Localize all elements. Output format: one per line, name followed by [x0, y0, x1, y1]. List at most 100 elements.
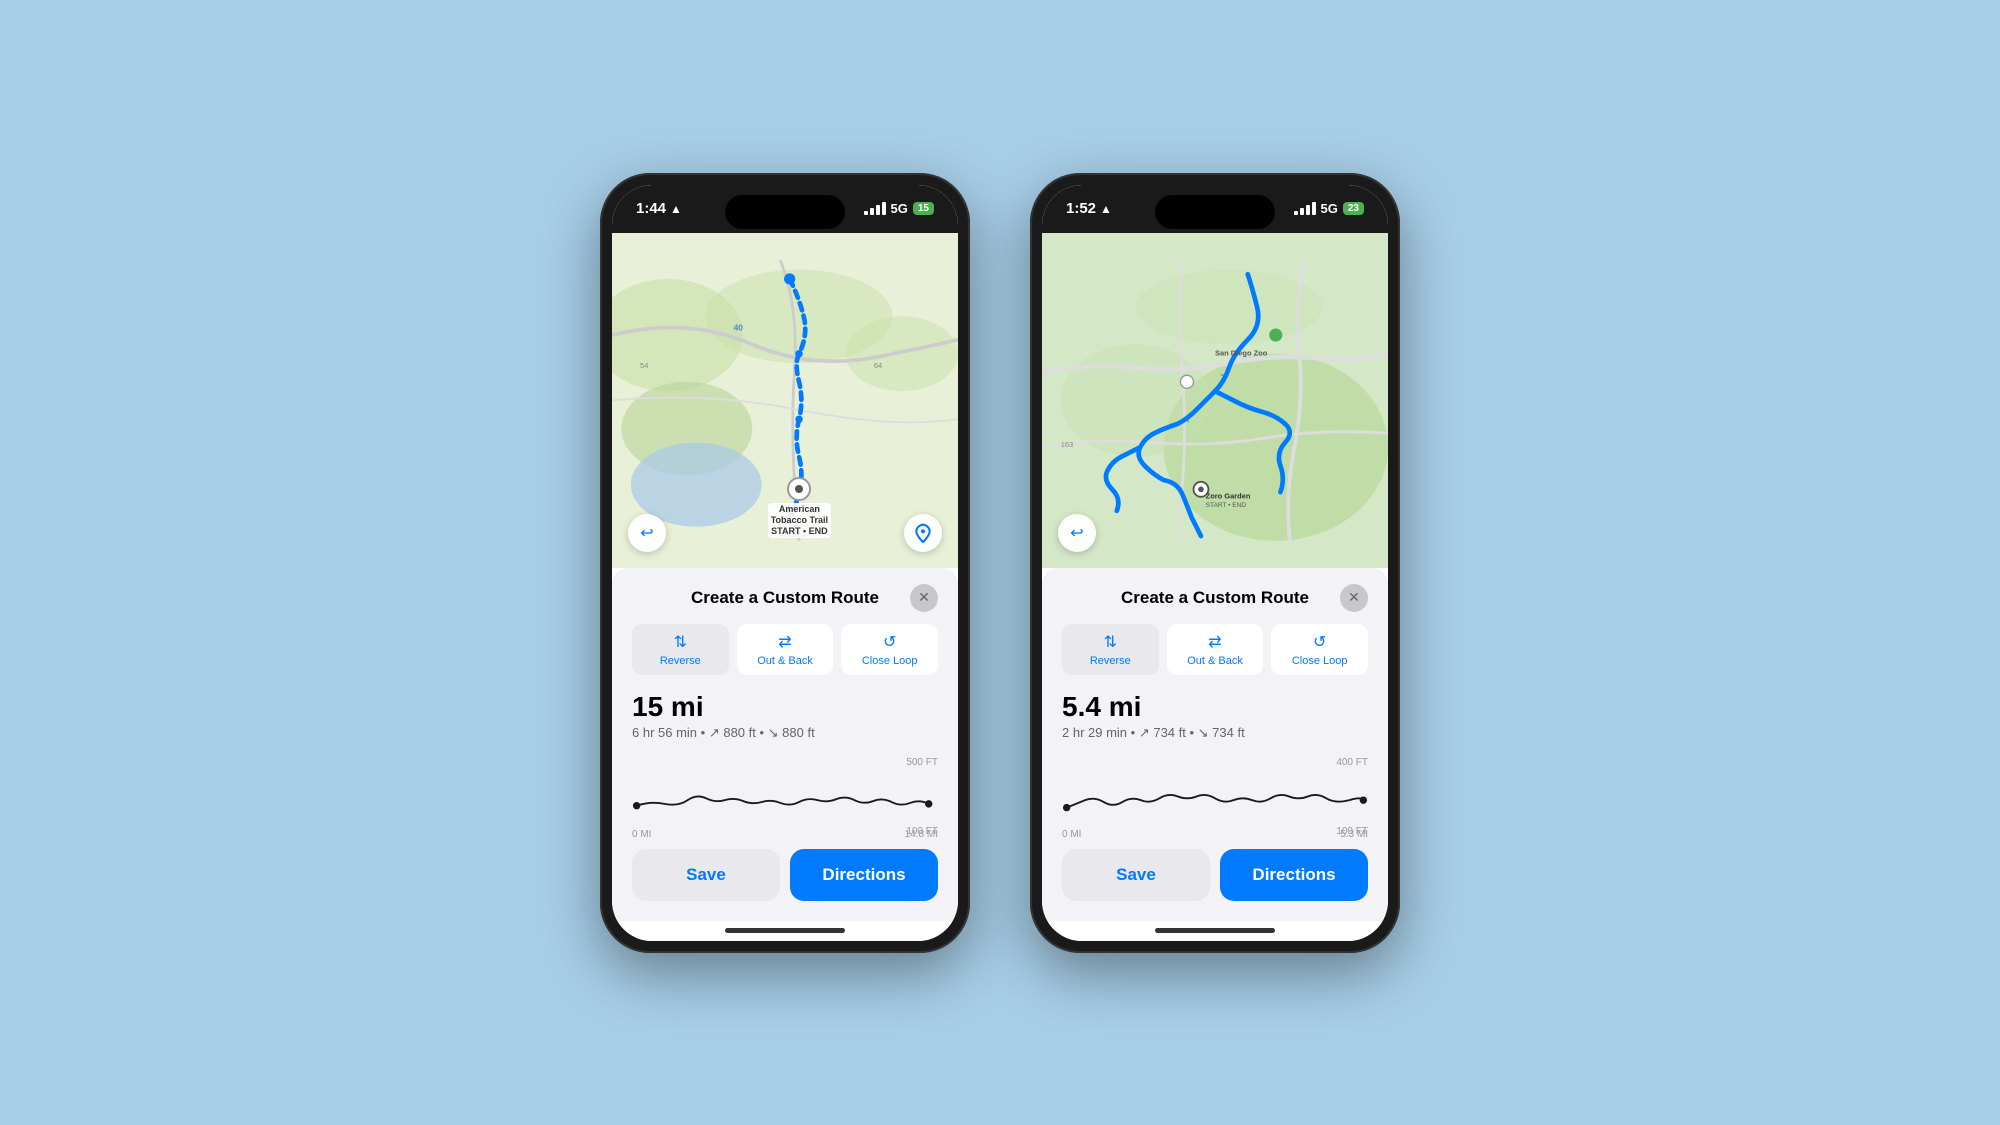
phones-container: 1:44 ▲ 5G 15 — [600, 173, 1400, 953]
sheet-header-2: Create a Custom Route ✕ — [1062, 584, 1368, 612]
map-area-2: 163 › ‹ — [1042, 233, 1388, 568]
time-detail-2: 2 hr 29 min — [1062, 725, 1127, 740]
status-icons-1: 5G 15 — [864, 201, 934, 216]
directions-button-1[interactable]: Directions — [790, 849, 938, 901]
svg-text:163: 163 — [1061, 440, 1073, 449]
time-display-2: 1:52 — [1066, 200, 1096, 217]
time-detail-1: 6 hr 56 min — [632, 725, 697, 740]
distance-2: 5.4 mi — [1062, 691, 1368, 723]
svg-text:Zoro Garden: Zoro Garden — [1206, 491, 1251, 500]
close-button-2[interactable]: ✕ — [1340, 584, 1368, 612]
action-buttons-1: Save Directions — [632, 849, 938, 901]
svg-text:San Diego Zoo: San Diego Zoo — [1215, 348, 1268, 357]
elevation-chart-2: 400 FT 100 FT 0 MI 5.3 MI — [1062, 757, 1368, 837]
time-2: 1:52 ▲ — [1066, 200, 1112, 217]
sheet-title-1: Create a Custom Route — [660, 588, 910, 608]
elevation-chart-1: 500 FT 100 FT 0 MI 14.8 MI — [632, 757, 938, 837]
svg-text:40: 40 — [734, 322, 744, 332]
signal-type-2: 5G — [1321, 201, 1338, 216]
save-button-1[interactable]: Save — [632, 849, 780, 901]
notch-pill-2 — [1155, 195, 1275, 229]
bar4 — [882, 202, 886, 215]
directions-button-2[interactable]: Directions — [1220, 849, 1368, 901]
close-loop-label-1: Close Loop — [862, 655, 918, 667]
segment-control-1: ⇅ Reverse ⇄ Out & Back ↺ Close Loop — [632, 624, 938, 675]
home-bar-1 — [725, 928, 845, 933]
seg-close-loop-2[interactable]: ↺ Close Loop — [1271, 624, 1368, 675]
chart-labels-right-2: 400 FT 100 FT — [1336, 757, 1368, 837]
time-display-1: 1:44 — [636, 200, 666, 217]
svg-text:START • END: START • END — [1206, 502, 1247, 509]
close-button-1[interactable]: ✕ — [910, 584, 938, 612]
sep1: • ↗ — [701, 725, 724, 740]
x-label-left-2: 0 MI — [1062, 829, 1081, 840]
seg-close-loop-1[interactable]: ↺ Close Loop — [841, 624, 938, 675]
seg-reverse-2[interactable]: ⇅ Reverse — [1062, 624, 1159, 675]
reverse-label-1: Reverse — [660, 655, 701, 667]
signal-bars-2 — [1294, 202, 1316, 215]
bottom-sheet-1: Create a Custom Route ✕ ⇅ Reverse ⇄ Out … — [612, 568, 958, 921]
route-edit-button-1[interactable] — [904, 514, 942, 552]
bar1-2 — [1294, 211, 1298, 215]
close-loop-label-2: Close Loop — [1292, 655, 1348, 667]
map-background-2: 163 › ‹ — [1042, 233, 1388, 568]
out-back-label-1: Out & Back — [757, 655, 813, 667]
sep3: • ↗ — [1131, 725, 1154, 740]
home-bar-2 — [1155, 928, 1275, 933]
stats-detail-2: 2 hr 29 min • ↗ 734 ft • ↘ 734 ft — [1062, 725, 1368, 741]
y-label-bottom-2: 100 FT — [1336, 826, 1368, 837]
out-back-label-2: Out & Back — [1187, 655, 1243, 667]
elev-up-1: 880 ft — [723, 725, 756, 740]
location-arrow-1: ▲ — [670, 202, 682, 216]
svg-text:54: 54 — [640, 360, 648, 369]
bar2-2 — [1300, 208, 1304, 215]
close-loop-icon-2: ↺ — [1313, 632, 1326, 652]
sep4: • ↘ — [1190, 725, 1213, 740]
bar3-2 — [1306, 205, 1310, 215]
chart-labels-bottom-1: 0 MI 14.8 MI — [632, 829, 938, 840]
sheet-title-2: Create a Custom Route — [1090, 588, 1340, 608]
sheet-header-1: Create a Custom Route ✕ — [632, 584, 938, 612]
back-button-1[interactable]: ↩ — [628, 514, 666, 552]
save-button-2[interactable]: Save — [1062, 849, 1210, 901]
status-icons-2: 5G 23 — [1294, 201, 1364, 216]
signal-bars-1 — [864, 202, 886, 215]
battery-1: 15 — [913, 202, 934, 215]
route-stats-1: 15 mi 6 hr 56 min • ↗ 880 ft • ↘ 880 ft — [632, 687, 938, 745]
close-loop-icon-1: ↺ — [883, 632, 896, 652]
chart-labels-right-1: 500 FT 100 FT — [906, 757, 938, 837]
elev-down-2: 734 ft — [1212, 725, 1245, 740]
y-label-bottom-1: 100 FT — [906, 826, 938, 837]
map-area-1: 54 40 64 American ↩ — [612, 233, 958, 568]
notch-pill-1 — [725, 195, 845, 229]
out-back-icon-2: ⇄ — [1208, 632, 1221, 652]
back-button-2[interactable]: ↩ — [1058, 514, 1096, 552]
sep2: • ↘ — [760, 725, 783, 740]
svg-text:64: 64 — [874, 360, 882, 369]
seg-reverse-1[interactable]: ⇅ Reverse — [632, 624, 729, 675]
out-back-icon-1: ⇄ — [778, 632, 791, 652]
bar2 — [870, 208, 874, 215]
battery-2: 23 — [1343, 202, 1364, 215]
reverse-icon-2: ⇅ — [1104, 632, 1117, 652]
bar3 — [876, 205, 880, 215]
route-stats-2: 5.4 mi 2 hr 29 min • ↗ 734 ft • ↘ 734 ft — [1062, 687, 1368, 745]
reverse-label-2: Reverse — [1090, 655, 1131, 667]
bar1 — [864, 211, 868, 215]
home-indicator-1 — [612, 921, 958, 941]
seg-out-back-1[interactable]: ⇄ Out & Back — [737, 624, 834, 675]
seg-out-back-2[interactable]: ⇄ Out & Back — [1167, 624, 1264, 675]
y-label-top-2: 400 FT — [1336, 757, 1368, 768]
stats-detail-1: 6 hr 56 min • ↗ 880 ft • ↘ 880 ft — [632, 725, 938, 741]
distance-1: 15 mi — [632, 691, 938, 723]
status-bar-2: 1:52 ▲ 5G 23 — [1042, 185, 1388, 233]
location-arrow-2: ▲ — [1100, 202, 1112, 216]
home-indicator-2 — [1042, 921, 1388, 941]
map-svg-2: 163 › ‹ — [1042, 233, 1388, 568]
segment-control-2: ⇅ Reverse ⇄ Out & Back ↺ Close Loop — [1062, 624, 1368, 675]
signal-type-1: 5G — [891, 201, 908, 216]
reverse-icon-1: ⇅ — [674, 632, 687, 652]
action-buttons-2: Save Directions — [1062, 849, 1368, 901]
bottom-sheet-2: Create a Custom Route ✕ ⇅ Reverse ⇄ Out … — [1042, 568, 1388, 921]
elev-up-2: 734 ft — [1153, 725, 1186, 740]
